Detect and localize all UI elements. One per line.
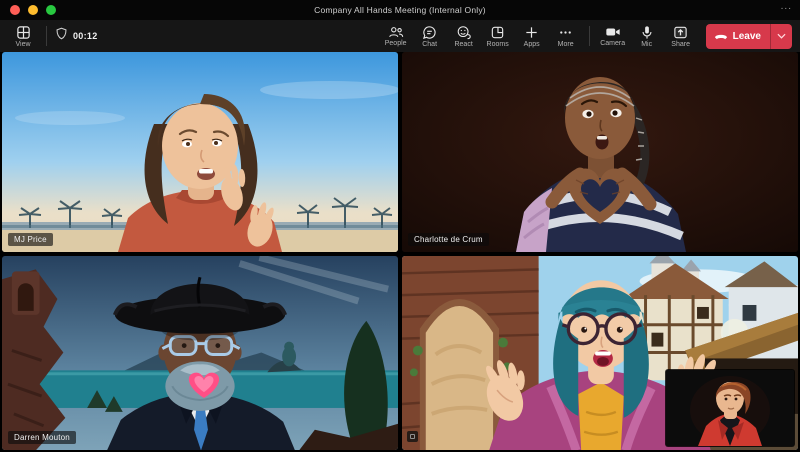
more-label: More — [558, 41, 574, 48]
chat-button[interactable]: Chat — [415, 21, 445, 51]
avatar-scene-fantasy-coast — [2, 256, 398, 450]
react-emoji-icon — [456, 25, 472, 40]
people-button[interactable]: People — [381, 21, 411, 51]
mic-label: Mic — [641, 41, 652, 48]
plus-icon — [524, 25, 539, 40]
meeting-toolbar: View 00:12 People — [0, 20, 800, 52]
rooms-icon — [490, 25, 505, 40]
share-label: Share — [671, 41, 690, 48]
chat-icon — [422, 25, 437, 40]
apps-button[interactable]: Apps — [517, 21, 547, 51]
leave-label: Leave — [733, 31, 761, 42]
people-label: People — [385, 40, 407, 47]
shield-icon — [55, 27, 68, 45]
hang-up-icon — [714, 27, 728, 45]
share-button[interactable]: Share — [666, 21, 696, 51]
view-label: View — [15, 41, 30, 48]
leave-button[interactable]: Leave — [706, 24, 792, 49]
apps-label: Apps — [524, 41, 540, 48]
more-button[interactable]: More — [551, 21, 581, 51]
video-grid: MJ Price — [0, 52, 800, 452]
toolbar-device-group: Camera Mic Share — [598, 21, 696, 51]
meeting-timer: 00:12 — [55, 27, 98, 45]
self-view-pip[interactable] — [666, 370, 794, 446]
camera-label: Camera — [600, 40, 625, 47]
ellipsis-icon — [558, 25, 573, 40]
toolbar-divider — [46, 26, 47, 46]
participant-status-icon — [407, 431, 418, 442]
video-tile-darren-mouton[interactable]: Darren Mouton — [2, 256, 398, 450]
mic-button[interactable]: Mic — [632, 21, 662, 51]
window-title: Company All Hands Meeting (Internal Only… — [0, 5, 800, 15]
participant-name-label: Charlotte de Crum — [408, 233, 489, 246]
avatar-scene-beach — [2, 52, 398, 252]
camera-button[interactable]: Camera — [598, 21, 628, 51]
participant-name-label: MJ Price — [8, 233, 53, 246]
react-label: React — [454, 41, 472, 48]
camera-icon — [605, 25, 621, 39]
participant-name-label: Darren Mouton — [8, 431, 76, 444]
leave-options-chevron[interactable] — [771, 24, 792, 49]
self-avatar-red-jacket — [666, 370, 794, 446]
chat-label: Chat — [422, 41, 437, 48]
view-button[interactable]: View — [8, 21, 38, 51]
toolbar-center-group: People Chat — [381, 21, 581, 51]
people-icon — [388, 25, 404, 39]
meeting-window: Company All Hands Meeting (Internal Only… — [0, 0, 800, 452]
window-overflow-icon[interactable]: ... — [781, 1, 792, 12]
rooms-button[interactable]: Rooms — [483, 21, 513, 51]
avatar-scene-dark-room — [402, 52, 798, 252]
video-tile-participant-4[interactable] — [402, 256, 798, 450]
timer-value: 00:12 — [73, 31, 98, 41]
titlebar: Company All Hands Meeting (Internal Only… — [0, 0, 800, 20]
share-screen-icon — [673, 25, 688, 40]
toolbar-divider — [589, 26, 590, 46]
mic-icon — [640, 25, 654, 40]
rooms-label: Rooms — [487, 41, 509, 48]
video-tile-mj-price[interactable]: MJ Price — [2, 52, 398, 252]
react-button[interactable]: React — [449, 21, 479, 51]
video-tile-charlotte-de-crum[interactable]: Charlotte de Crum — [402, 52, 798, 252]
grid-view-icon — [16, 25, 31, 40]
